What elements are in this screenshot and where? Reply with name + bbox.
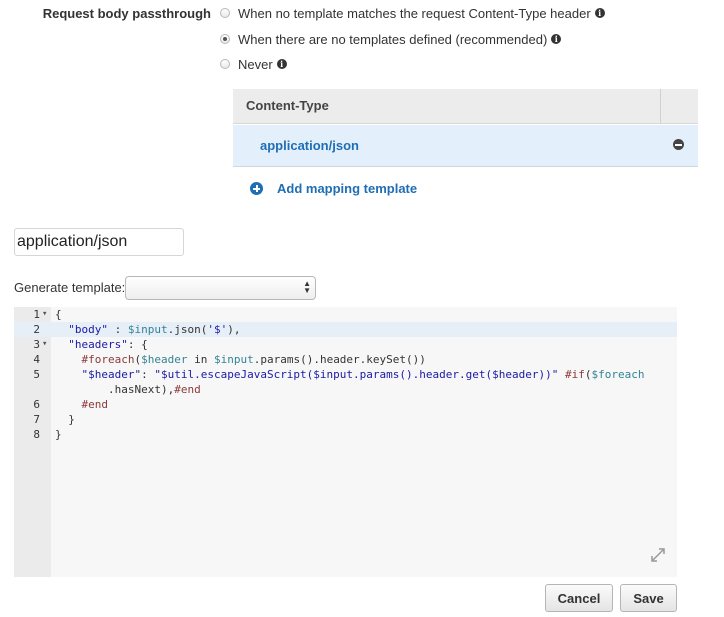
fold-toggle-icon[interactable]: ▾	[42, 337, 47, 352]
radio-no-templates-label: When there are no templates defined (rec…	[238, 31, 548, 47]
line-number: 3	[33, 338, 40, 351]
code-text: #foreach($header in $input.params().head…	[81, 353, 426, 366]
code-text: "headers": {	[68, 338, 148, 351]
code-line[interactable]: 1 ▾ {	[14, 307, 677, 322]
passthrough-option-never[interactable]: Never i	[220, 55, 287, 73]
passthrough-option-no-templates[interactable]: When there are no templates defined (rec…	[220, 30, 562, 48]
plus-circle-icon[interactable]	[250, 182, 263, 195]
generate-template-select[interactable]: ▲ ▼	[125, 276, 316, 300]
select-arrows-icon: ▲ ▼	[303, 279, 311, 295]
add-mapping-template-link[interactable]: Add mapping template	[250, 181, 417, 196]
code-text: #end	[81, 398, 109, 411]
content-type-table-header: Content-Type	[233, 89, 698, 124]
radio-no-templates[interactable]	[220, 34, 230, 44]
code-line[interactable]: 3 ▾ "headers": {	[14, 337, 677, 352]
add-mapping-template-label[interactable]: Add mapping template	[277, 181, 417, 196]
cancel-button[interactable]: Cancel	[545, 584, 613, 612]
code-line[interactable]: 4 #foreach($header in $input.params().he…	[14, 352, 677, 367]
code-text: "$header": "$util.escapeJavaScript($inpu…	[81, 368, 645, 381]
content-type-input[interactable]	[14, 228, 184, 256]
passthrough-label: Request body passthrough	[42, 6, 211, 21]
line-number: 4	[33, 353, 40, 366]
line-number: 6	[33, 398, 40, 411]
line-number: 5	[33, 368, 40, 381]
code-text: {	[55, 308, 62, 321]
column-divider	[660, 89, 661, 123]
fold-toggle-icon[interactable]: ▾	[42, 307, 47, 322]
code-line[interactable]: 6 #end	[14, 397, 677, 412]
content-type-column-header: Content-Type	[246, 98, 329, 113]
code-text: }	[55, 413, 75, 426]
info-icon[interactable]: i	[594, 8, 605, 18]
code-line[interactable]: 2 "body" : $input.json('$'),	[14, 322, 677, 337]
code-line[interactable]: 8}	[14, 427, 677, 442]
code-line[interactable]: 5 "$header": "$util.escapeJavaScript($in…	[14, 367, 677, 382]
template-code-editor[interactable]: 1 ▾{2 "body" : $input.json('$'), 3 ▾ "heade…	[14, 307, 677, 577]
save-button[interactable]: Save	[620, 584, 677, 612]
code-text: .hasNext),#end	[55, 383, 201, 396]
line-number: 1	[33, 308, 40, 321]
content-type-row-label[interactable]: application/json	[260, 138, 359, 153]
content-type-row[interactable]: application/json	[233, 125, 698, 167]
radio-no-match[interactable]	[220, 8, 230, 18]
code-text: }	[55, 428, 62, 441]
radio-never[interactable]	[220, 59, 230, 69]
remove-icon[interactable]	[673, 139, 684, 150]
radio-never-label: Never	[238, 56, 273, 72]
passthrough-option-no-match[interactable]: When no template matches the request Con…	[220, 4, 605, 22]
generate-template-label: Generate template:	[14, 280, 126, 295]
code-line[interactable]: 7 }	[14, 412, 677, 427]
info-icon[interactable]: i	[551, 34, 562, 44]
expand-icon[interactable]	[650, 547, 666, 563]
radio-no-match-label: When no template matches the request Con…	[238, 5, 591, 21]
line-number: 7	[33, 413, 40, 426]
info-icon[interactable]: i	[276, 59, 287, 69]
code-line[interactable]: .hasNext),#end	[14, 382, 677, 397]
line-number: 2	[33, 323, 40, 336]
code-text: "body" : $input.json('$'),	[68, 323, 241, 336]
line-number: 8	[33, 428, 40, 441]
